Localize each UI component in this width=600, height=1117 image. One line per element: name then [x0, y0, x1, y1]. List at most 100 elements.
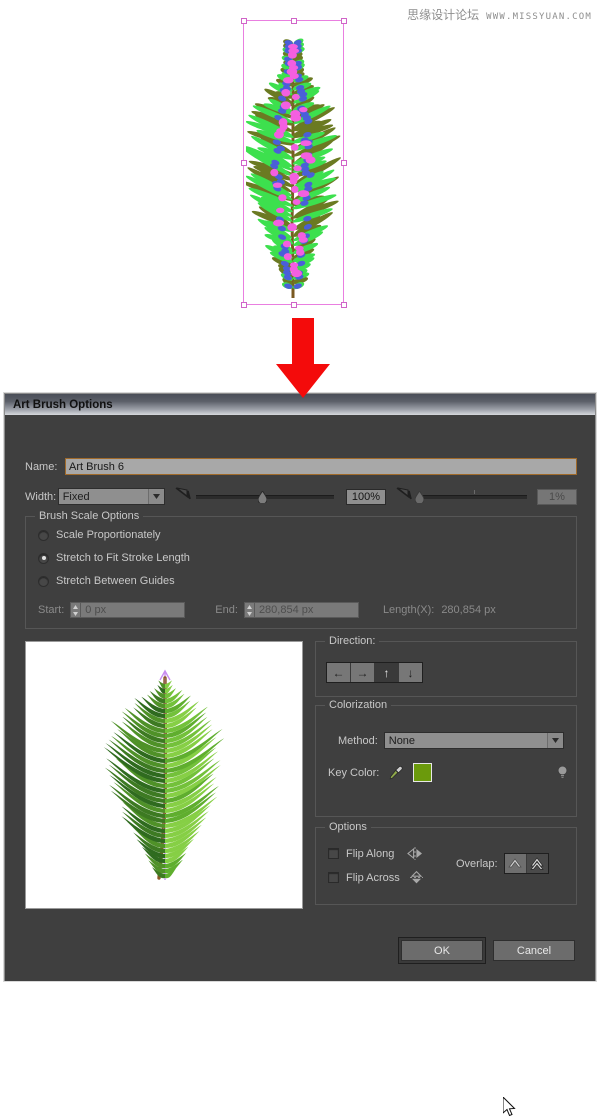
arrow-right-icon: →	[356, 665, 369, 680]
width-variation-slider-group: 1%	[386, 487, 577, 506]
radio-label: Scale Proportionately	[56, 529, 161, 541]
direction-group: Direction: ← → ↑ ↓	[315, 635, 577, 697]
end-label: End:	[215, 604, 238, 616]
selection-handle-tc[interactable]	[291, 17, 297, 24]
overlap-button-bar	[503, 853, 549, 874]
flip-along-checkbox[interactable]	[328, 848, 339, 859]
brush-scale-options-title: Brush Scale Options	[35, 510, 144, 522]
colorization-method-select[interactable]: None	[383, 732, 564, 749]
colorization-group: Colorization Method: None Key Color:	[315, 699, 577, 817]
mouse-cursor-icon	[503, 1097, 516, 1117]
direction-down-button[interactable]: ↓	[399, 663, 422, 682]
width-slider-track[interactable]	[196, 489, 334, 504]
arrow-up-icon: ↑	[383, 665, 390, 680]
width-label: Width:	[25, 490, 57, 503]
chevron-overlap-icon	[508, 858, 522, 868]
name-label: Name:	[25, 460, 58, 473]
selection-bounding-box[interactable]	[240, 17, 347, 308]
width-taper-icon	[175, 487, 191, 506]
radio-icon	[38, 552, 49, 564]
colorization-method-value: None	[388, 734, 416, 747]
colorization-title: Colorization	[325, 699, 392, 711]
selection-handle-tr[interactable]	[340, 17, 347, 24]
key-color-swatch[interactable]	[413, 763, 433, 782]
radio-label: Stretch to Fit Stroke Length	[56, 552, 190, 564]
options-group: Options Flip Along Flip Across Overlap:	[315, 821, 577, 905]
dialog-title: Art Brush Options	[13, 398, 113, 411]
canvas-artwork-area	[0, 0, 600, 320]
direction-title: Direction:	[325, 635, 380, 647]
length-label: Length(X):	[382, 604, 435, 616]
length-value: 280,854 px	[441, 604, 496, 616]
stepper-down-icon	[245, 610, 254, 617]
end-value-field[interactable]: 280,854 px	[253, 602, 359, 618]
method-label: Method:	[338, 734, 378, 747]
width-percent-field[interactable]: 100%	[346, 488, 386, 505]
direction-right-button[interactable]: →	[351, 663, 375, 682]
direction-up-button[interactable]: ↑	[375, 663, 399, 682]
eyedropper-icon[interactable]	[389, 765, 403, 780]
dialog-footer: OK Cancel	[401, 940, 575, 961]
selection-handle-ml[interactable]	[240, 160, 247, 166]
width-slider-group: 100%	[165, 487, 386, 506]
chevron-down-icon	[546, 733, 563, 748]
selection-handle-bc[interactable]	[291, 301, 297, 308]
flip-along-label: Flip Along	[346, 847, 395, 860]
ok-button[interactable]: OK	[401, 940, 483, 961]
selection-handle-tl[interactable]	[240, 17, 247, 24]
flip-across-checkbox[interactable]	[328, 872, 339, 883]
radio-icon	[38, 575, 49, 587]
brush-name-input[interactable]	[65, 458, 577, 475]
radio-stretch-to-fit-stroke-length[interactable]: Stretch to Fit Stroke Length	[38, 552, 190, 564]
selection-handle-mr[interactable]	[340, 160, 347, 166]
flip-across-icon	[408, 870, 426, 885]
direction-left-button[interactable]: ←	[327, 663, 351, 682]
flip-across-row[interactable]: Flip Across	[328, 870, 426, 885]
red-down-arrow-icon	[276, 318, 330, 398]
overlap-label: Overlap:	[456, 857, 498, 870]
selection-handle-bl[interactable]	[240, 301, 247, 308]
flip-across-label: Flip Across	[346, 871, 400, 884]
stepper-up-icon	[71, 603, 80, 610]
key-color-row: Key Color:	[328, 763, 568, 782]
brush-preview-panel	[25, 641, 303, 909]
width-variation-tick	[474, 489, 475, 494]
name-row: Name:	[25, 458, 577, 475]
width-mode-value: Fixed	[62, 490, 90, 503]
width-mode-select[interactable]: Fixed	[57, 488, 165, 505]
start-end-row: Start: 0 px End: 280,854 px Length(X): 2…	[38, 602, 496, 618]
brush-scale-options-group: Brush Scale Options Scale Proportionatel…	[25, 510, 577, 629]
start-value-field[interactable]: 0 px	[80, 602, 186, 618]
arrow-down-icon: ↓	[407, 665, 414, 680]
direction-button-bar: ← → ↑ ↓	[326, 662, 423, 683]
chevron-overlap-split-icon	[530, 857, 544, 870]
selection-handle-br[interactable]	[340, 301, 347, 308]
options-title: Options	[325, 821, 371, 833]
radio-icon	[38, 529, 49, 541]
radio-scale-proportionately[interactable]: Scale Proportionately	[38, 529, 161, 541]
dialog-body: Name: Width: Fixed	[5, 415, 595, 1117]
width-variation-field[interactable]: 1%	[537, 488, 577, 505]
start-label: Start:	[38, 604, 65, 616]
brush-preview-artwork	[26, 642, 302, 908]
radio-stretch-between-guides[interactable]: Stretch Between Guides	[38, 575, 175, 587]
width-variation-thumb[interactable]	[414, 489, 425, 504]
width-row: Width: Fixed 100% 1%	[25, 487, 577, 506]
stepper-up-icon	[245, 603, 254, 610]
width-variation-track[interactable]	[414, 489, 527, 504]
arrow-left-icon: ←	[332, 665, 345, 680]
chevron-down-icon	[148, 489, 164, 504]
cancel-button[interactable]: Cancel	[493, 940, 575, 961]
flip-along-row[interactable]: Flip Along	[328, 846, 424, 861]
overlap-prevent-button[interactable]	[526, 854, 548, 873]
stepper-down-icon	[71, 610, 80, 617]
flip-along-icon	[406, 846, 424, 861]
overlap-row: Overlap:	[456, 853, 549, 874]
end-stepper[interactable]	[243, 602, 254, 618]
width-variation-icon	[396, 487, 412, 506]
width-slider-thumb[interactable]	[257, 489, 268, 504]
tip-bulb-icon[interactable]	[557, 765, 568, 780]
radio-label: Stretch Between Guides	[56, 575, 175, 587]
overlap-allow-button[interactable]	[504, 854, 527, 873]
start-stepper[interactable]	[70, 602, 81, 618]
